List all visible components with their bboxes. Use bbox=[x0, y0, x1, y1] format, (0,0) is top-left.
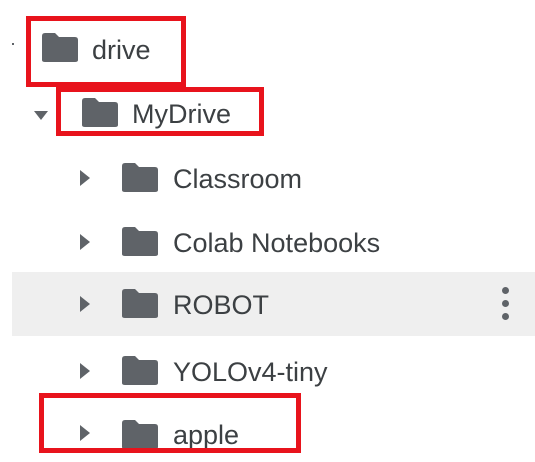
tree-item-label: MyDrive bbox=[132, 99, 231, 129]
chevron-right-icon[interactable] bbox=[80, 234, 90, 250]
folder-icon bbox=[122, 356, 158, 385]
chevron-right-icon[interactable] bbox=[80, 170, 90, 186]
folder-icon bbox=[82, 98, 118, 127]
folder-icon bbox=[42, 33, 78, 62]
folder-icon bbox=[122, 227, 158, 256]
tree-item-label: apple bbox=[173, 420, 240, 450]
annotation-box-apple bbox=[39, 393, 301, 453]
chevron-right-icon[interactable] bbox=[80, 363, 90, 379]
tree-item-label: ROBOT bbox=[173, 290, 270, 320]
folder-icon bbox=[122, 289, 158, 318]
tree-item-robot[interactable]: ROBOT bbox=[12, 272, 535, 336]
tree-item-label: Colab Notebooks bbox=[173, 228, 381, 258]
folder-icon bbox=[122, 420, 158, 449]
more-vertical-icon[interactable] bbox=[499, 287, 511, 321]
tree-item-label: YOLOv4-tiny bbox=[173, 357, 328, 387]
chevron-right-icon[interactable] bbox=[80, 296, 90, 312]
tree-item-label: Classroom bbox=[173, 164, 303, 194]
chevron-down-icon[interactable] bbox=[34, 111, 48, 120]
tree-item-label: drive bbox=[92, 35, 151, 65]
folder-icon bbox=[122, 163, 158, 192]
chevron-right-icon[interactable] bbox=[80, 425, 90, 441]
stray-mark bbox=[12, 43, 14, 45]
